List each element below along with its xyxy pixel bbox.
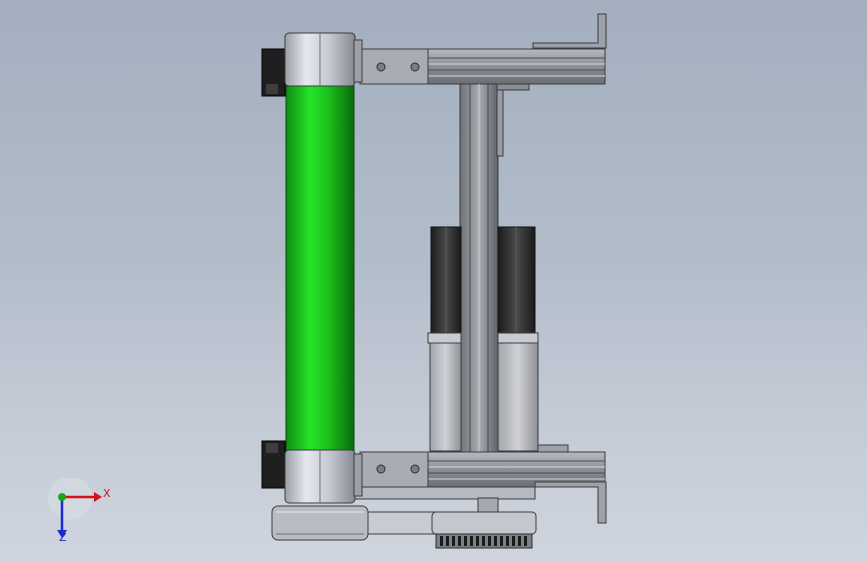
- green-roller[interactable]: [285, 85, 355, 453]
- x-axis-arrowhead: [94, 492, 102, 502]
- y-axis-dot: [58, 493, 66, 501]
- pulley-tooth: [488, 536, 491, 546]
- motor-body[interactable]: [427, 226, 569, 453]
- pulley-tooth: [500, 536, 503, 546]
- top-horizontal-rail[interactable]: [359, 48, 606, 85]
- pulley-tooth: [524, 536, 527, 546]
- pulley-tooth: [458, 536, 461, 546]
- pulley-tooth: [494, 536, 497, 546]
- roller-assembly-model[interactable]: [0, 0, 867, 562]
- top-angle-bracket[interactable]: [532, 13, 607, 49]
- pulley-tooth: [440, 536, 443, 546]
- pulley-tooth: [518, 536, 521, 546]
- bottom-angle-bracket[interactable]: [534, 481, 607, 524]
- pulley-tooth: [512, 536, 515, 546]
- pulley-tooth: [470, 536, 473, 546]
- top-bearing-block[interactable]: [261, 48, 286, 97]
- pulley-tooth: [446, 536, 449, 546]
- bottom-roller-cap[interactable]: [284, 449, 363, 504]
- triad-origin-shadow: [48, 478, 92, 520]
- cad-graphics-area[interactable]: X Z: [0, 0, 867, 562]
- pulley-tooth: [476, 536, 479, 546]
- timing-pulley[interactable]: [431, 497, 537, 549]
- bottom-horizontal-rail[interactable]: [354, 451, 606, 500]
- axis-triad: [48, 478, 102, 538]
- x-axis-label: X: [103, 487, 111, 500]
- pulley-tooth: [464, 536, 467, 546]
- left-pulley[interactable]: [271, 505, 369, 541]
- bottom-bearing-block[interactable]: [261, 440, 286, 489]
- top-roller-cap[interactable]: [284, 32, 363, 87]
- pulley-tooth: [482, 536, 485, 546]
- z-axis-label: Z: [59, 531, 67, 544]
- pulley-tooth: [452, 536, 455, 546]
- pulley-tooth: [506, 536, 509, 546]
